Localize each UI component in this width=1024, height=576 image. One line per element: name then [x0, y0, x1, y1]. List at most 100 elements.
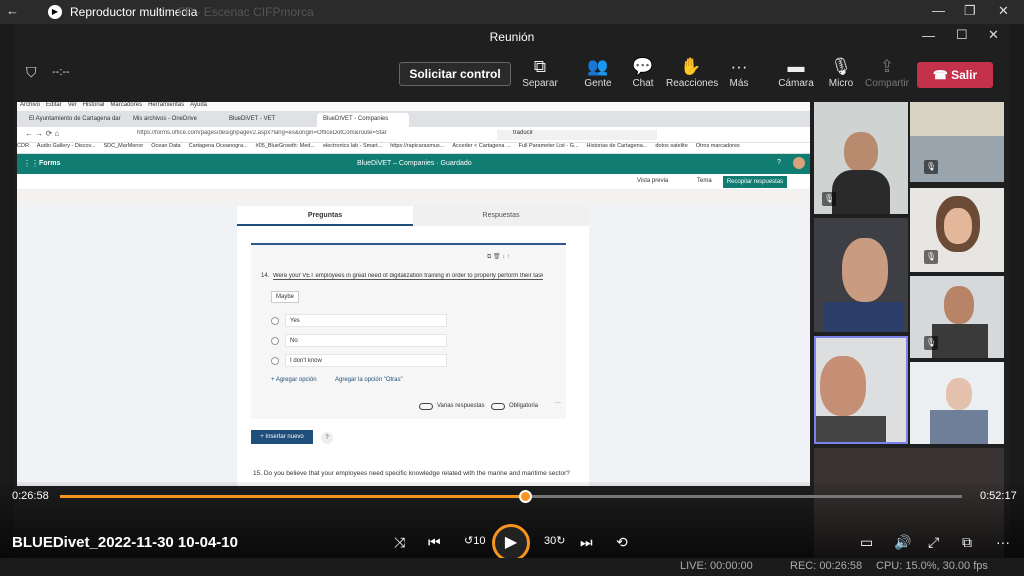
previous-icon[interactable]: ⏮ — [428, 534, 441, 551]
question-text[interactable]: Were your VET employees in great need of… — [273, 273, 543, 280]
multiple-answers-toggle[interactable] — [419, 403, 433, 410]
participant-body — [932, 324, 988, 358]
teams-titlebar: Reunión — ☐ ✕ — [14, 24, 1010, 52]
seek-track[interactable] — [60, 490, 962, 503]
option-field[interactable]: Yes — [285, 314, 447, 327]
close-icon[interactable]: ✕ — [988, 27, 999, 43]
more-icon[interactable]: ··· — [996, 534, 1010, 550]
minimize-icon[interactable]: — — [922, 28, 935, 43]
media-player-logo-icon: ▶ — [48, 5, 62, 19]
participant-tile-active-speaker[interactable] — [814, 336, 908, 444]
participant-tile[interactable] — [910, 362, 1004, 444]
close-icon[interactable]: ✕ — [998, 3, 1009, 19]
fullscreen-icon[interactable]: ⤢ — [928, 534, 939, 551]
participant-tile[interactable] — [814, 218, 908, 332]
add-other-option-button[interactable]: Agregar la opción "Otras" — [335, 377, 403, 383]
total-time: 0:52:17 — [980, 490, 1017, 502]
people-button[interactable]: 👥 Gente — [575, 56, 621, 89]
maybe-chip[interactable]: Maybe — [271, 291, 300, 303]
mic-button[interactable]: 🎙 Micro — [818, 56, 864, 89]
captions-icon[interactable]: ▭ — [860, 534, 873, 551]
next-icon[interactable]: ⏭ — [580, 534, 593, 551]
tab-respuestas[interactable]: Respuestas — [413, 206, 589, 226]
more-options-icon[interactable]: ··· — [555, 400, 561, 406]
option-field[interactable]: I don't know — [285, 354, 447, 367]
mic-off-icon: 🎙 — [924, 160, 938, 174]
maximize-icon[interactable]: ☐ — [956, 27, 968, 43]
shuffle-icon[interactable]: ⤨ — [394, 534, 405, 551]
option-field[interactable]: No — [285, 334, 447, 347]
participant-tile[interactable]: 🎙 — [910, 276, 1004, 358]
tab-preguntas[interactable]: Preguntas — [237, 206, 413, 226]
bookmark[interactable]: https://rapicarasmus... — [390, 143, 444, 149]
seek-handle[interactable] — [519, 490, 533, 503]
menu-editar[interactable]: Editar — [46, 102, 62, 108]
forms-label: Forms — [39, 160, 61, 167]
avatar[interactable] — [793, 157, 805, 169]
browser-tab-active[interactable]: BlueDIVET - Companies — [317, 113, 409, 127]
theme-button[interactable]: Tema — [697, 178, 712, 184]
volume-icon[interactable]: 🔊 — [894, 534, 911, 551]
play-button[interactable]: ▶ — [492, 524, 530, 562]
menu-ver[interactable]: Ver — [68, 102, 77, 108]
bookmark[interactable]: dotos satelite — [655, 143, 687, 149]
chat-button[interactable]: 💬 Chat — [620, 56, 666, 89]
bookmark[interactable]: Historias de Cartagena... — [587, 143, 648, 149]
skip-forward-button[interactable]: 30↻ — [544, 534, 565, 547]
mic-off-icon: 🎙 — [924, 250, 938, 264]
participant-tile[interactable]: 🎙 — [814, 102, 908, 214]
url-field[interactable]: https://forms.office.com/pages/designpag… — [137, 130, 387, 140]
bookmark[interactable]: Otros marcadores — [696, 143, 740, 149]
more-button[interactable]: ··· Más — [716, 56, 762, 89]
browser-tab[interactable]: El Ayuntamiento de Cartagena dar — [23, 113, 123, 127]
menu-marcadores[interactable]: Marcadores — [110, 102, 142, 108]
minimize-icon[interactable]: — — [932, 3, 945, 18]
share-button[interactable]: ⇪ Compartir — [864, 56, 910, 89]
reactions-button[interactable]: ✋ Reacciones — [666, 56, 718, 89]
bookmark[interactable]: electronics lab - Smart... — [323, 143, 382, 149]
bookmark[interactable]: Ocean Data — [151, 143, 180, 149]
pop-out-button[interactable]: ⧉ Separar — [517, 56, 563, 89]
bookmark[interactable]: Cartagena Oceanogra... — [189, 143, 248, 149]
menu-ayuda[interactable]: Ayuda — [190, 102, 207, 108]
help-icon[interactable]: ? — [777, 159, 781, 166]
suggestion-icon[interactable]: ? — [321, 432, 333, 444]
menu-herramientas[interactable]: Herramientas — [148, 102, 184, 108]
back-arrow-icon[interactable]: ← — [6, 3, 19, 18]
browser-tabs: El Ayuntamiento de Cartagena dar Mis arc… — [17, 111, 810, 127]
insert-new-button[interactable]: + Insertar nuevo — [251, 430, 313, 444]
meeting-toolbar: ⛉ --:-- Solicitar control ⧉ Separar 👥 Gent… — [14, 52, 1010, 100]
bookmark[interactable]: Audio Gallery - Discov... — [37, 143, 96, 149]
mini-player-icon[interactable]: ⧉ — [962, 534, 972, 551]
app-launcher-icon[interactable]: ⋮⋮ — [23, 159, 39, 168]
collect-responses-button[interactable]: Recopilar respuestas — [723, 176, 787, 188]
leave-button[interactable]: ☎ Salir — [917, 62, 993, 88]
shared-screen: Archivo Editar Ver Historial Marcadores Herra… — [17, 102, 810, 486]
skip-back-button[interactable]: ↺10 — [464, 534, 485, 547]
radio-icon — [271, 357, 279, 365]
participant-tile[interactable]: 🎙 — [910, 188, 1004, 272]
bookmark[interactable]: #05_BlueGrowth: Med... — [256, 143, 315, 149]
menu-archivo[interactable]: Archivo — [20, 102, 40, 108]
nav-arrows-icon[interactable]: ← → ⟳ ⌂ — [25, 129, 59, 138]
bookmark[interactable]: Full Parameter List - G... — [519, 143, 579, 149]
restore-icon[interactable]: ❐ — [964, 3, 976, 19]
menu-historial[interactable]: Historial — [83, 102, 105, 108]
required-toggle[interactable] — [491, 403, 505, 410]
bookmark[interactable]: CDR — [17, 143, 29, 149]
request-control-button[interactable]: Solicitar control — [399, 62, 511, 86]
form-name[interactable]: BlueDiVET – Companies · Guardado — [357, 160, 472, 167]
camera-button[interactable]: ▬ Cámara — [773, 56, 819, 89]
cpu-status: CPU: 15.0%, 30.00 fps — [876, 560, 988, 572]
bookmark[interactable]: SDC_MarMenor — [104, 143, 144, 149]
browser-tab[interactable]: Mis archivos - OneDrive — [127, 113, 219, 127]
browser-tab[interactable]: BlueDiVET - VET — [223, 113, 315, 127]
search-field[interactable]: traducir — [497, 130, 657, 140]
participant-tile[interactable]: 🎙 — [910, 102, 1004, 182]
camera-icon: ▬ — [787, 57, 805, 76]
question-tools-icon[interactable]: ⧉ 🗑 ↓ ↑ — [487, 253, 510, 261]
bookmark[interactable]: Acceder < Cartagena ... — [452, 143, 510, 149]
add-option-button[interactable]: + Agregar opción — [271, 377, 317, 383]
preview-button[interactable]: Vista previa — [637, 178, 668, 184]
repeat-off-icon[interactable]: ⟲ — [616, 534, 628, 551]
